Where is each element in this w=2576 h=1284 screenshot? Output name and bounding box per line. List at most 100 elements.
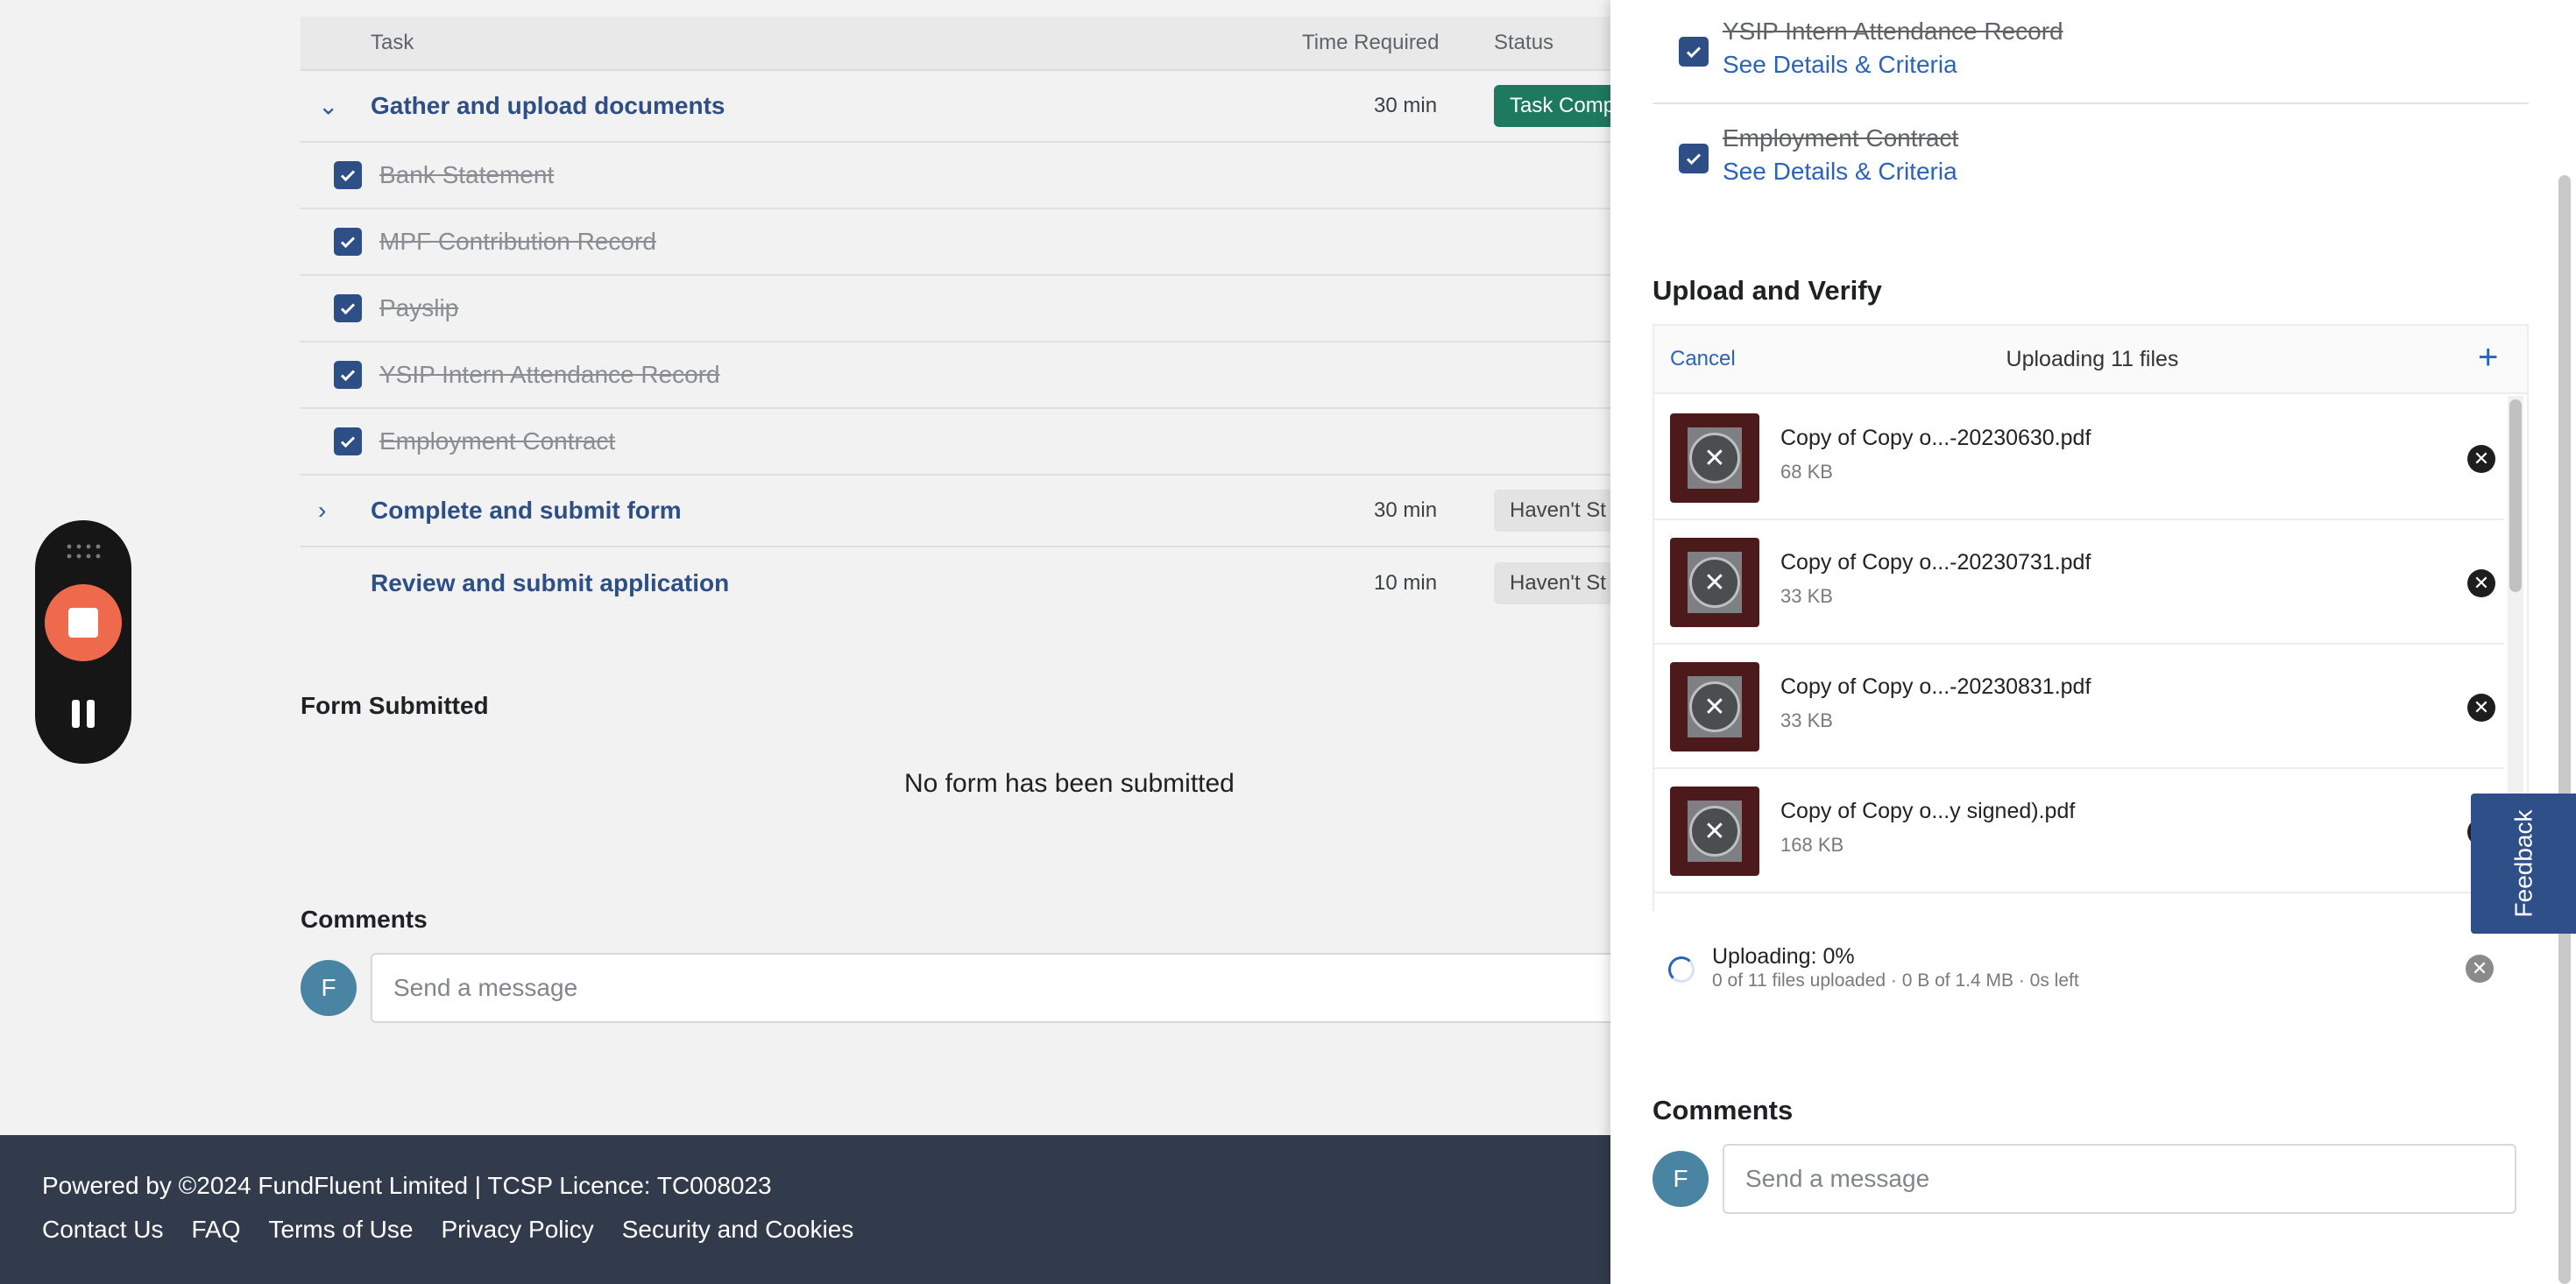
subtask-label: Payslip (379, 294, 459, 321)
see-details-link[interactable]: See Details & Criteria (1723, 158, 1957, 186)
message-input[interactable]: Send a message (371, 953, 1685, 1023)
file-name: Copy of Copy o...-20230831.pdf (1780, 674, 2091, 699)
comment-composer: F Send a message (301, 953, 1685, 1023)
upload-verify-title: Upload and Verify (1652, 275, 1882, 306)
document-checkbox[interactable] (1679, 144, 1709, 173)
cancel-file-icon[interactable]: ✕ (1689, 681, 1740, 732)
upload-count: Uploading 11 files (2006, 347, 2179, 371)
file-thumbnail: ✕ (1670, 787, 1759, 876)
panel-comment-composer: F Send a message (1652, 1144, 2516, 1214)
subtask-checkbox[interactable] (334, 294, 362, 322)
see-details-link[interactable]: See Details & Criteria (1723, 51, 1957, 79)
footer: Powered by ©2024 FundFluent Limited | TC… (0, 1135, 1612, 1284)
subtask-row: MPF Contribution Record (301, 209, 1667, 276)
subtask-row: Bank Statement (301, 143, 1667, 209)
header-time-required: Time Required (1302, 31, 1440, 54)
subtask-row: Employment Contract (301, 409, 1667, 476)
file-size: 33 KB (1780, 709, 1833, 731)
no-form-message: No form has been submitted (904, 769, 1235, 798)
recording-widget (35, 520, 131, 764)
loading-spinner-icon (1668, 956, 1695, 983)
status-badge: Haven't St (1494, 490, 1622, 532)
footer-link-terms[interactable]: Terms of Use (269, 1216, 414, 1244)
footer-link-contact[interactable]: Contact Us (42, 1216, 164, 1244)
cancel-file-icon[interactable]: ✕ (1689, 557, 1740, 608)
cancel-file-icon[interactable]: ✕ (1689, 433, 1740, 483)
subtask-checkbox[interactable] (334, 361, 362, 389)
stop-icon (68, 608, 98, 638)
footer-links: Contact Us FAQ Terms of Use Privacy Poli… (42, 1216, 853, 1244)
table-header: Task Time Required Status (301, 17, 1667, 71)
file-item: ✕ Copy of Copy o...y signed).pdf 168 KB … (1654, 769, 2504, 893)
panel-scrollbar[interactable] (2558, 175, 2571, 1284)
file-thumbnail: ✕ (1670, 413, 1759, 503)
feedback-button[interactable]: Feedback (2471, 794, 2576, 934)
chevron-down-icon[interactable]: ⌄ (318, 92, 338, 121)
add-file-icon[interactable]: + (2478, 338, 2498, 377)
header-status: Status (1494, 31, 1554, 54)
subtask-checkbox[interactable] (334, 161, 362, 189)
progress-title: Uploading: 0% (1712, 944, 1855, 969)
document-name: YSIP Intern Attendance Record (1723, 18, 2063, 45)
cancel-all-icon[interactable]: ✕ (2466, 955, 2494, 983)
avatar: F (1652, 1151, 1709, 1207)
footer-link-faq[interactable]: FAQ (192, 1216, 241, 1244)
divider (1652, 102, 2529, 104)
footer-copyright: Powered by ©2024 FundFluent Limited | TC… (42, 1172, 772, 1199)
feedback-label: Feedback (2509, 809, 2537, 918)
task-title[interactable]: Complete and submit form (371, 497, 682, 525)
stop-recording-button[interactable] (45, 584, 122, 661)
subtask-label: Employment Contract (379, 427, 616, 455)
status-badge: Haven't St (1494, 562, 1622, 604)
file-name: Copy of Copy o...y signed).pdf (1780, 799, 2076, 823)
file-item: ✕ Copy of Copy o...-20230630.pdf 68 KB ✕ (1654, 396, 2504, 520)
subtask-row: Payslip (301, 276, 1667, 342)
remove-file-icon[interactable]: ✕ (2467, 694, 2495, 722)
task-title[interactable]: Gather and upload documents (371, 92, 725, 120)
task-time: 30 min (1374, 94, 1438, 117)
remove-file-icon[interactable]: ✕ (2467, 445, 2495, 473)
subtask-row: YSIP Intern Attendance Record (301, 342, 1667, 409)
file-name: Copy of Copy o...-20230630.pdf (1780, 426, 2091, 450)
header-task: Task (371, 31, 414, 54)
subtask-checkbox[interactable] (334, 228, 362, 256)
file-name: Copy of Copy o...-20230731.pdf (1780, 550, 2091, 575)
remove-file-icon[interactable]: ✕ (2467, 569, 2495, 597)
task-row-review-submit[interactable]: Review and submit application 10 min Hav… (301, 547, 1667, 619)
cancel-file-icon[interactable]: ✕ (1689, 806, 1740, 857)
comments-title: Comments (301, 906, 428, 933)
task-table: Task Time Required Status ⌄ Gather and u… (301, 17, 1667, 619)
file-size: 168 KB (1780, 834, 1844, 856)
subtask-checkbox[interactable] (334, 427, 362, 455)
task-time: 10 min (1374, 571, 1438, 595)
subtask-label: YSIP Intern Attendance Record (379, 361, 720, 388)
subtask-label: Bank Statement (379, 161, 555, 188)
document-item: YSIP Intern Attendance Record See Detail… (1610, 16, 2574, 86)
form-submitted-title: Form Submitted (301, 692, 489, 719)
upload-side-panel: YSIP Intern Attendance Record See Detail… (1610, 0, 2576, 1284)
pause-button[interactable] (70, 700, 96, 728)
panel-message-input[interactable]: Send a message (1723, 1144, 2516, 1214)
uploader-header: Uploading 11 files Cancel + (1654, 326, 2527, 394)
scroll-thumb[interactable] (2509, 399, 2522, 592)
panel-comments-title: Comments (1652, 1095, 1794, 1125)
file-size: 33 KB (1780, 585, 1833, 607)
upload-progress: Uploading: 0% 0 of 11 files uploaded · 0… (1647, 911, 2523, 1025)
subtask-label: MPF Contribution Record (379, 228, 656, 255)
avatar: F (301, 960, 357, 1016)
task-row-complete-form[interactable]: › Complete and submit form 30 min Haven'… (301, 476, 1667, 547)
task-title[interactable]: Review and submit application (371, 569, 729, 597)
document-item: Employment Contract See Details & Criter… (1610, 123, 2574, 193)
file-item: ✕ Copy of Copy o...-20230731.pdf 33 KB ✕ (1654, 520, 2504, 645)
cancel-upload-button[interactable]: Cancel (1670, 347, 1736, 371)
footer-link-security[interactable]: Security and Cookies (622, 1216, 854, 1244)
task-row-gather-upload[interactable]: ⌄ Gather and upload documents 30 min Tas… (301, 71, 1667, 143)
file-uploader: Uploading 11 files Cancel + ✕ Copy of Co… (1652, 324, 2529, 920)
chevron-right-icon[interactable]: › (318, 497, 326, 525)
task-time: 30 min (1374, 498, 1438, 522)
file-thumbnail: ✕ (1670, 538, 1759, 627)
footer-link-privacy[interactable]: Privacy Policy (441, 1216, 593, 1244)
drag-handle-icon[interactable] (65, 541, 102, 562)
progress-detail: 0 of 11 files uploaded · 0 B of 1.4 MB ·… (1712, 970, 2079, 991)
document-checkbox[interactable] (1679, 37, 1709, 67)
